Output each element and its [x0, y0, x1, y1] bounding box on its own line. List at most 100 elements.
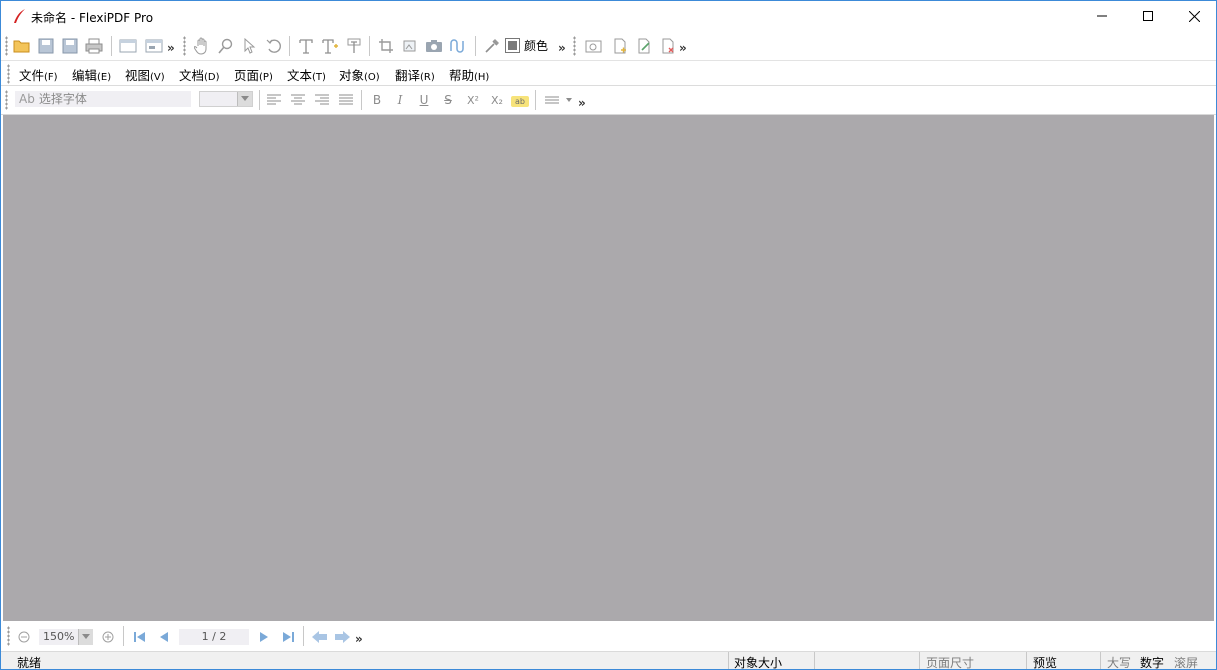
toolbar-grip[interactable]: [7, 626, 10, 646]
font-prefix-label: Ab: [19, 92, 35, 106]
menu-translate[interactable]: 翻译(R): [395, 65, 435, 84]
camera-icon: [426, 40, 442, 52]
chevron-down-icon: [82, 634, 90, 639]
menu-page[interactable]: 页面(P): [234, 65, 273, 84]
align-justify-icon: [339, 94, 353, 105]
zoom-out-button[interactable]: [15, 628, 33, 646]
subscript-button[interactable]: X₂: [488, 91, 506, 109]
strikethrough-button[interactable]: S: [439, 91, 457, 109]
text-tool-button[interactable]: [295, 35, 317, 57]
status-separator: [814, 652, 815, 669]
toolbar-overflow-chevron[interactable]: »: [167, 41, 175, 55]
maximize-icon: [1143, 11, 1153, 21]
app-window: 未命名 - FlexiPDF Pro » 颜色 » » 文件(F) 编辑(E) …: [0, 0, 1217, 670]
toolbar-overflow-chevron[interactable]: »: [578, 96, 586, 110]
color-label[interactable]: 颜色: [524, 37, 548, 54]
align-left-button[interactable]: [265, 91, 283, 109]
menu-bar: 文件(F) 编辑(E) 视图(V) 文档(D) 页面(P) 文本(T) 对象(O…: [1, 61, 1216, 86]
maximize-button[interactable]: [1125, 1, 1171, 31]
toolbar-overflow-chevron[interactable]: »: [355, 632, 363, 646]
format-toolbar-inner: Ab 选择字体 B I U S X² X₂ ab »: [5, 86, 591, 113]
highlight-button[interactable]: ab: [511, 96, 529, 107]
toolbar-overflow-chevron[interactable]: »: [679, 41, 687, 55]
crop-button[interactable]: [375, 35, 397, 57]
align-left-icon: [267, 94, 281, 105]
select-tool-button[interactable]: [239, 35, 261, 57]
minimize-button[interactable]: [1079, 1, 1125, 31]
magnifier-icon: [218, 38, 233, 54]
menubar-grip[interactable]: [7, 64, 10, 84]
page-view-button[interactable]: [117, 35, 139, 57]
zoom-tool-button[interactable]: [215, 35, 237, 57]
align-center-button[interactable]: [289, 91, 307, 109]
page-number-field[interactable]: 1 / 2: [179, 629, 249, 645]
toolbar-grip[interactable]: [5, 90, 8, 110]
toolbar-grip[interactable]: [183, 36, 186, 56]
new-page-button[interactable]: [609, 35, 631, 57]
color-swatch[interactable]: [505, 38, 520, 53]
toolbar-grip[interactable]: [5, 36, 8, 56]
toolbar-separator: [369, 36, 370, 56]
rotate-button[interactable]: [263, 35, 285, 57]
arrow-pointer-icon: [244, 38, 256, 54]
line-spacing-button[interactable]: [543, 91, 561, 109]
superscript-button[interactable]: X²: [464, 91, 482, 109]
replace-image-button[interactable]: [399, 35, 421, 57]
fit-view-button[interactable]: [143, 35, 165, 57]
print-button[interactable]: [83, 35, 105, 57]
document-properties-button[interactable]: [583, 35, 605, 57]
zoom-dropdown-button[interactable]: [78, 629, 93, 645]
document-workspace[interactable]: [3, 115, 1214, 621]
edit-page-button[interactable]: [633, 35, 655, 57]
next-page-button[interactable]: [255, 628, 273, 646]
status-separator: [1100, 652, 1101, 669]
zoom-level-select[interactable]: 150%: [39, 629, 93, 645]
save-button[interactable]: [35, 35, 57, 57]
curve-tool-button[interactable]: [447, 35, 469, 57]
font-size-dropdown-button[interactable]: [237, 92, 252, 106]
main-toolbar: » 颜色 » »: [3, 32, 693, 59]
italic-button[interactable]: I: [391, 91, 409, 109]
menu-view[interactable]: 视图(V): [125, 65, 165, 84]
menu-help[interactable]: 帮助(H): [449, 65, 489, 84]
folder-open-icon: [13, 40, 30, 53]
text-frame-button[interactable]: [343, 35, 365, 57]
eyedropper-button[interactable]: [481, 35, 503, 57]
save-icon: [38, 38, 54, 54]
toolbar-separator: [259, 90, 260, 110]
delete-page-button[interactable]: [657, 35, 679, 57]
close-button[interactable]: [1171, 1, 1216, 31]
underline-button[interactable]: U: [415, 91, 433, 109]
window-split-icon: [145, 39, 163, 53]
toolbar-overflow-chevron[interactable]: »: [558, 41, 566, 55]
menu-text[interactable]: 文本(T): [287, 65, 326, 84]
menu-edit[interactable]: 编辑(E): [72, 65, 111, 84]
page-delete-icon: [662, 38, 674, 54]
font-size-select[interactable]: [199, 91, 253, 107]
toolbar-grip[interactable]: [573, 36, 576, 56]
font-family-select[interactable]: Ab 选择字体: [15, 91, 191, 107]
save-as-button[interactable]: [59, 35, 81, 57]
open-button[interactable]: [11, 35, 33, 57]
status-num-lock: 数字: [1140, 656, 1165, 670]
hand-tool-button[interactable]: [191, 35, 213, 57]
forward-view-button[interactable]: [333, 628, 351, 646]
menu-document[interactable]: 文档(D): [179, 65, 220, 84]
zoom-in-icon: [102, 631, 114, 643]
back-view-button[interactable]: [311, 628, 329, 646]
bold-button[interactable]: B: [368, 91, 386, 109]
text-t-icon: [299, 39, 313, 54]
minimize-icon: [1097, 15, 1107, 17]
line-spacing-dropdown[interactable]: [563, 91, 575, 109]
printer-icon: [85, 38, 103, 54]
first-page-button[interactable]: [131, 628, 149, 646]
last-page-button[interactable]: [279, 628, 297, 646]
justify-button[interactable]: [337, 91, 355, 109]
zoom-in-button[interactable]: [99, 628, 117, 646]
menu-file[interactable]: 文件(F): [19, 65, 58, 84]
add-text-button[interactable]: [319, 35, 341, 57]
snapshot-button[interactable]: [423, 35, 445, 57]
previous-page-button[interactable]: [155, 628, 173, 646]
menu-object[interactable]: 对象(O): [339, 65, 380, 84]
align-right-button[interactable]: [313, 91, 331, 109]
